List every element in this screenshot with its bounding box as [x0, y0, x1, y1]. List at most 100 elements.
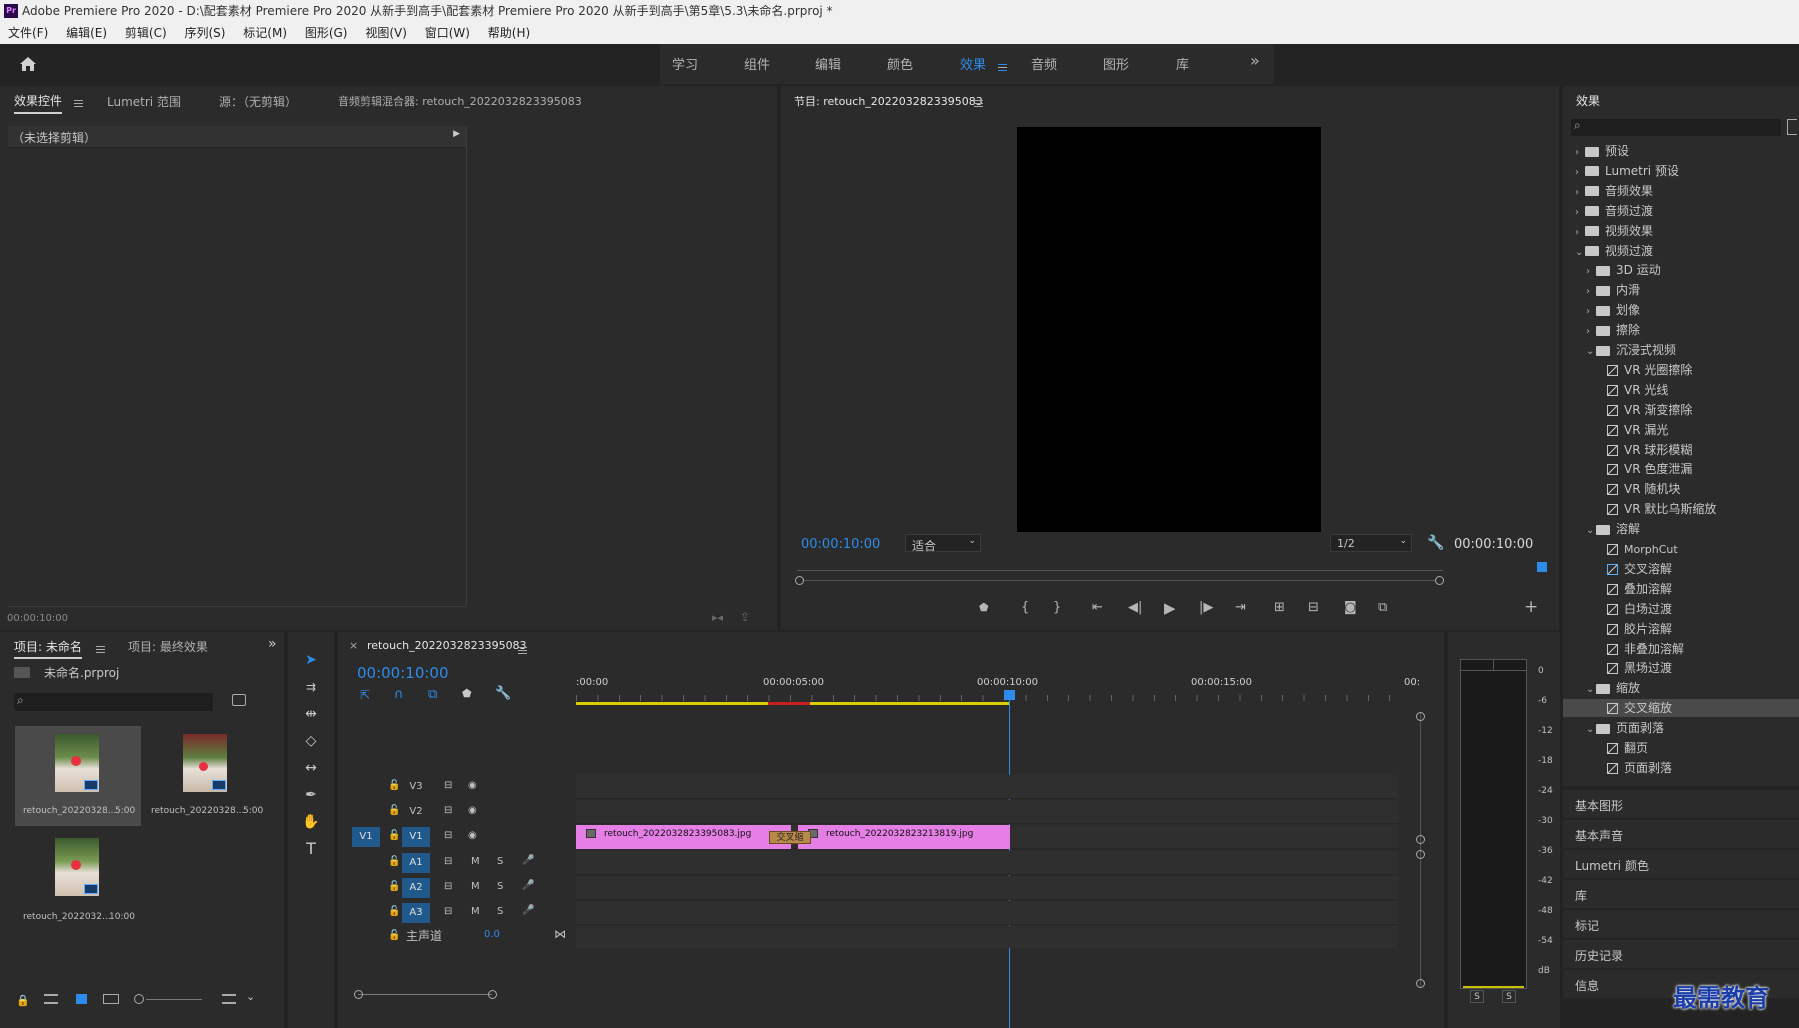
effect-folder[interactable]: › 3D 运动 — [1563, 261, 1799, 279]
new-bin-icon[interactable] — [1787, 119, 1797, 135]
workspace-tab-audio[interactable]: 音频 — [1031, 54, 1057, 73]
source-patch-v1[interactable]: V1 — [352, 827, 380, 847]
master-volume-value[interactable]: 0.0 — [484, 929, 500, 940]
effect-folder[interactable]: › 划像 — [1563, 301, 1799, 319]
zoom-handle-left[interactable] — [795, 576, 804, 585]
icon-view-icon[interactable] — [76, 994, 87, 1004]
side-panel-essential-sound[interactable]: 基本声音 — [1563, 820, 1799, 848]
mute-button[interactable]: M — [471, 906, 480, 917]
insert-nest-icon[interactable]: ⇱ — [360, 688, 370, 702]
side-panel-lumetri-color[interactable]: Lumetri 颜色 — [1563, 850, 1799, 878]
effect-item[interactable]: 非叠加溶解 — [1563, 640, 1799, 658]
effect-folder[interactable]: › 视频效果 — [1563, 222, 1799, 240]
track-lane-master[interactable] — [576, 926, 1398, 948]
sort-icon[interactable] — [222, 994, 236, 1004]
track-target-a3[interactable]: A3 — [402, 903, 430, 923]
track-target-v2[interactable]: V2 — [402, 802, 430, 822]
effect-item[interactable]: 交叉缩放 — [1563, 699, 1799, 718]
chevron-down-icon[interactable]: ⌄ — [1586, 522, 1596, 540]
microphone-icon[interactable]: 🎤 — [522, 880, 534, 891]
project-clip-item[interactable]: retouch_20220328... 5:00 — [15, 726, 141, 826]
track-lane-v2[interactable] — [576, 800, 1398, 824]
ripple-edit-tool-icon[interactable]: ⇹ — [298, 703, 324, 725]
microphone-icon[interactable]: 🎤 — [522, 905, 534, 916]
freeform-view-icon[interactable] — [103, 994, 119, 1004]
track-lock-icon[interactable]: 🔓 — [388, 906, 400, 917]
track-lock-icon[interactable]: 🔓 — [388, 805, 400, 816]
solo-left-button[interactable]: S — [1470, 990, 1484, 1003]
effect-item[interactable]: 胶片溶解 — [1563, 620, 1799, 638]
effect-item[interactable]: VR 色度泄漏 — [1563, 460, 1799, 478]
effect-item[interactable]: 黑场过渡 — [1563, 659, 1799, 677]
menu-help[interactable]: 帮助(H) — [482, 22, 536, 44]
chevron-right-icon[interactable]: › — [1575, 224, 1585, 242]
effect-folder[interactable]: › 擦除 — [1563, 321, 1799, 339]
timeline-clip[interactable]: retouch_2022032823395083.jpg — [576, 825, 791, 849]
effect-folder[interactable]: › Lumetri 预设 — [1563, 162, 1799, 180]
menu-file[interactable]: 文件(F) — [2, 22, 54, 44]
eye-icon[interactable]: ◉ — [468, 780, 477, 791]
microphone-icon[interactable]: 🎤 — [522, 855, 534, 866]
chevron-down-icon[interactable]: ⌄ — [246, 990, 255, 1003]
workspace-tab-libraries[interactable]: 库 — [1176, 54, 1189, 73]
lock-icon[interactable]: 🔒 — [16, 994, 30, 1007]
program-menu-icon[interactable] — [974, 96, 983, 110]
effects-search-input[interactable]: ⌕ — [1571, 118, 1781, 136]
vertical-scroll-handle[interactable] — [1416, 850, 1425, 859]
solo-button[interactable]: S — [497, 881, 503, 892]
effect-folder[interactable]: ⌄ 溶解 — [1563, 520, 1799, 538]
export-icon[interactable]: ⇪ — [740, 610, 750, 624]
solo-button[interactable]: S — [497, 856, 503, 867]
go-to-in-icon[interactable]: ⇤ — [1092, 600, 1103, 615]
workspace-tab-effects[interactable]: 效果 — [960, 54, 986, 73]
effect-item[interactable]: 白场过渡 — [1563, 600, 1799, 618]
step-forward-icon[interactable]: |▶ — [1199, 600, 1213, 615]
effect-item[interactable]: VR 渐变擦除 — [1563, 401, 1799, 419]
zoom-handle-right[interactable] — [1435, 576, 1444, 585]
track-target-v3[interactable]: V3 — [402, 777, 430, 797]
fit-select[interactable]: 适合 ⌄ — [905, 534, 981, 553]
sync-lock-icon[interactable]: ⊟ — [444, 881, 452, 892]
menu-marker[interactable]: 标记(M) — [237, 22, 293, 44]
mute-button[interactable]: M — [471, 856, 480, 867]
sync-lock-icon[interactable]: ⊟ — [444, 856, 452, 867]
lift-icon[interactable]: ⊞ — [1274, 600, 1285, 615]
track-lane-a1[interactable] — [576, 851, 1398, 875]
track-lane-a3[interactable] — [576, 901, 1398, 925]
effect-folder[interactable]: › 内滑 — [1563, 281, 1799, 299]
close-sequence-icon[interactable]: × — [349, 639, 358, 652]
project-menu-icon[interactable] — [96, 642, 105, 656]
project-clip-item[interactable]: retouch_20220328... 5:00 — [141, 726, 267, 826]
menu-view[interactable]: 视图(V) — [359, 22, 413, 44]
workspace-tab-graphics[interactable]: 图形 — [1103, 54, 1129, 73]
timeline-timecode[interactable]: 00:00:10:00 — [357, 664, 449, 682]
menu-sequence[interactable]: 序列(S) — [178, 22, 231, 44]
transition-clip[interactable]: 交叉缩 — [769, 831, 811, 844]
chevron-down-icon[interactable]: ⌄ — [1586, 681, 1596, 699]
project-clip-item[interactable]: retouch_2022032... 10:00 — [15, 830, 141, 930]
track-lock-icon[interactable]: 🔓 — [388, 930, 400, 941]
tab-project-final[interactable]: 项目: 最终效果 — [128, 638, 208, 655]
menu-edit[interactable]: 编辑(E) — [60, 22, 113, 44]
effect-folder[interactable]: ⌄ 视频过渡 — [1563, 242, 1799, 260]
master-track-icon[interactable]: ⋈ — [554, 927, 566, 941]
tab-source[interactable]: 源：（无剪辑） — [219, 93, 297, 110]
track-lane-v3[interactable] — [576, 775, 1398, 799]
tab-effect-controls[interactable]: 效果控件 — [14, 92, 63, 114]
chevron-right-icon[interactable]: › — [1586, 323, 1596, 341]
effect-item[interactable]: VR 光圈擦除 — [1563, 361, 1799, 379]
chevron-right-icon[interactable]: › — [1586, 283, 1596, 301]
vertical-scroll-handle[interactable] — [1416, 979, 1425, 988]
mute-button[interactable]: M — [471, 881, 480, 892]
timeline-clip[interactable]: retouch_2022032823213819.jpg — [798, 825, 1010, 849]
add-marker-icon[interactable]: ⬟ — [979, 601, 989, 614]
playhead-handle[interactable] — [1004, 690, 1015, 700]
panel-overflow-icon[interactable]: » — [268, 636, 277, 652]
effect-folder[interactable]: ⌄ 页面剥落 — [1563, 719, 1799, 737]
effect-folder[interactable]: › 预设 — [1563, 142, 1799, 160]
chevron-down-icon[interactable]: ⌄ — [1586, 343, 1596, 361]
mark-out-icon[interactable]: } — [1053, 600, 1061, 615]
mark-in-icon[interactable]: { — [1021, 600, 1029, 615]
effect-item[interactable]: VR 球形模糊 — [1563, 441, 1799, 459]
chevron-right-icon[interactable]: › — [1575, 164, 1585, 182]
